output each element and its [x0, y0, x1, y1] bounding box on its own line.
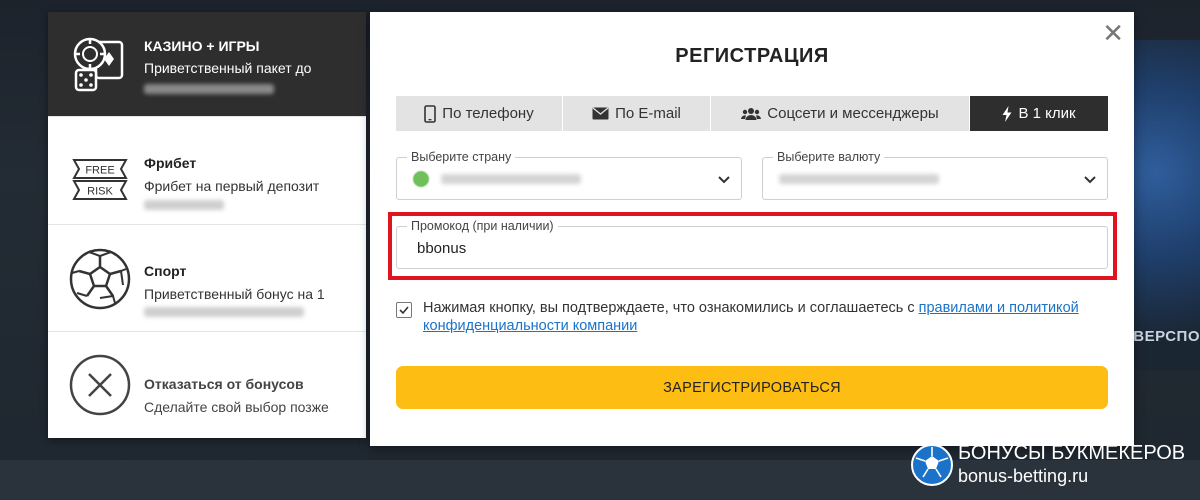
promo-highlight-frame	[388, 212, 1117, 280]
freebet-ticket-icon: FREE RISK	[72, 159, 128, 200]
envelope-icon	[592, 107, 609, 120]
bonus-description: Приветственный пакет до	[144, 60, 312, 76]
freebet-icon-bottom-text: RISK	[87, 186, 113, 198]
bonus-description: Сделайте свой выбор позже	[144, 399, 329, 415]
casino-chips-cards-icon	[73, 37, 124, 92]
bonus-title: Фрибет	[144, 155, 197, 171]
tab-one-click[interactable]: В 1 клик	[970, 96, 1108, 131]
currency-select[interactable]: Выберите валюту	[762, 150, 1108, 200]
currency-select-label: Выберите валюту	[773, 150, 885, 164]
country-select-label: Выберите страну	[407, 150, 516, 164]
agreement-text-body: Нажимая кнопку, вы подтверждаете, что оз…	[423, 300, 919, 316]
bonus-description: Приветственный бонус на 1	[144, 286, 325, 302]
agreement-checkbox[interactable]	[396, 302, 412, 318]
tab-social[interactable]: Соцсети и мессенджеры	[711, 96, 970, 131]
agreement-text: Нажимая кнопку, вы подтверждаете, что оз…	[423, 299, 1083, 335]
watermark-url: bonus-betting.ru	[958, 466, 1089, 486]
registration-tabs: По телефону По E-mail Соцсети и мессендж…	[396, 96, 1108, 131]
users-icon	[741, 107, 762, 120]
bonus-option-freebet[interactable]: FREE RISK Фрибет Фрибет на первый депози…	[48, 117, 366, 225]
lightning-icon	[1002, 105, 1012, 122]
modal-title: РЕГИСТРАЦИЯ	[675, 45, 829, 67]
close-circle-icon	[69, 354, 131, 416]
freebet-icon-top-text: FREE	[85, 165, 114, 177]
soccer-ball-icon	[69, 248, 131, 310]
chevron-down-icon	[1084, 176, 1096, 184]
bonus-title: КАЗИНО + ИГРЫ	[144, 38, 260, 54]
watermark-ball-icon	[911, 444, 953, 486]
blurred-amount	[144, 307, 304, 317]
blurred-country-value	[441, 174, 581, 184]
blurred-currency-value	[779, 174, 939, 184]
tab-phone[interactable]: По телефону	[396, 96, 563, 131]
tab-label: Соцсети и мессенджеры	[767, 105, 939, 122]
tab-label: По E-mail	[615, 105, 681, 122]
tab-label: По телефону	[442, 105, 534, 122]
bonus-option-decline[interactable]: Отказаться от бонусов Сделайте свой выбо…	[48, 332, 366, 438]
register-button[interactable]: ЗАРЕГИСТРИРОВАТЬСЯ	[396, 366, 1108, 409]
bonus-title: Спорт	[144, 263, 187, 279]
bonus-description: Фрибет на первый депозит	[144, 178, 320, 194]
watermark: БОНУСЫ БУКМЕКЕРОВ bonus-betting.ru	[910, 440, 1200, 492]
bonus-option-sport[interactable]: Спорт Приветственный бонус на 1	[48, 225, 366, 332]
country-select[interactable]: Выберите страну	[396, 150, 742, 200]
chevron-down-icon	[718, 176, 730, 184]
phone-icon	[424, 104, 437, 123]
bonus-option-casino[interactable]: КАЗИНО + ИГРЫ Приветственный пакет до	[48, 12, 366, 117]
bonus-selection-panel: КАЗИНО + ИГРЫ Приветственный пакет до FR…	[48, 12, 366, 438]
blurred-amount	[144, 200, 224, 210]
blurred-amount	[144, 84, 274, 94]
bonus-title: Отказаться от бонусов	[144, 376, 304, 392]
tab-label: В 1 клик	[1018, 105, 1076, 122]
country-flag-icon	[413, 171, 429, 187]
checkmark-icon	[399, 306, 409, 315]
tab-email[interactable]: По E-mail	[563, 96, 711, 131]
bg-promo-text: ВЕРСПО	[1133, 328, 1200, 345]
watermark-title: БОНУСЫ БУКМЕКЕРОВ	[958, 442, 1186, 464]
